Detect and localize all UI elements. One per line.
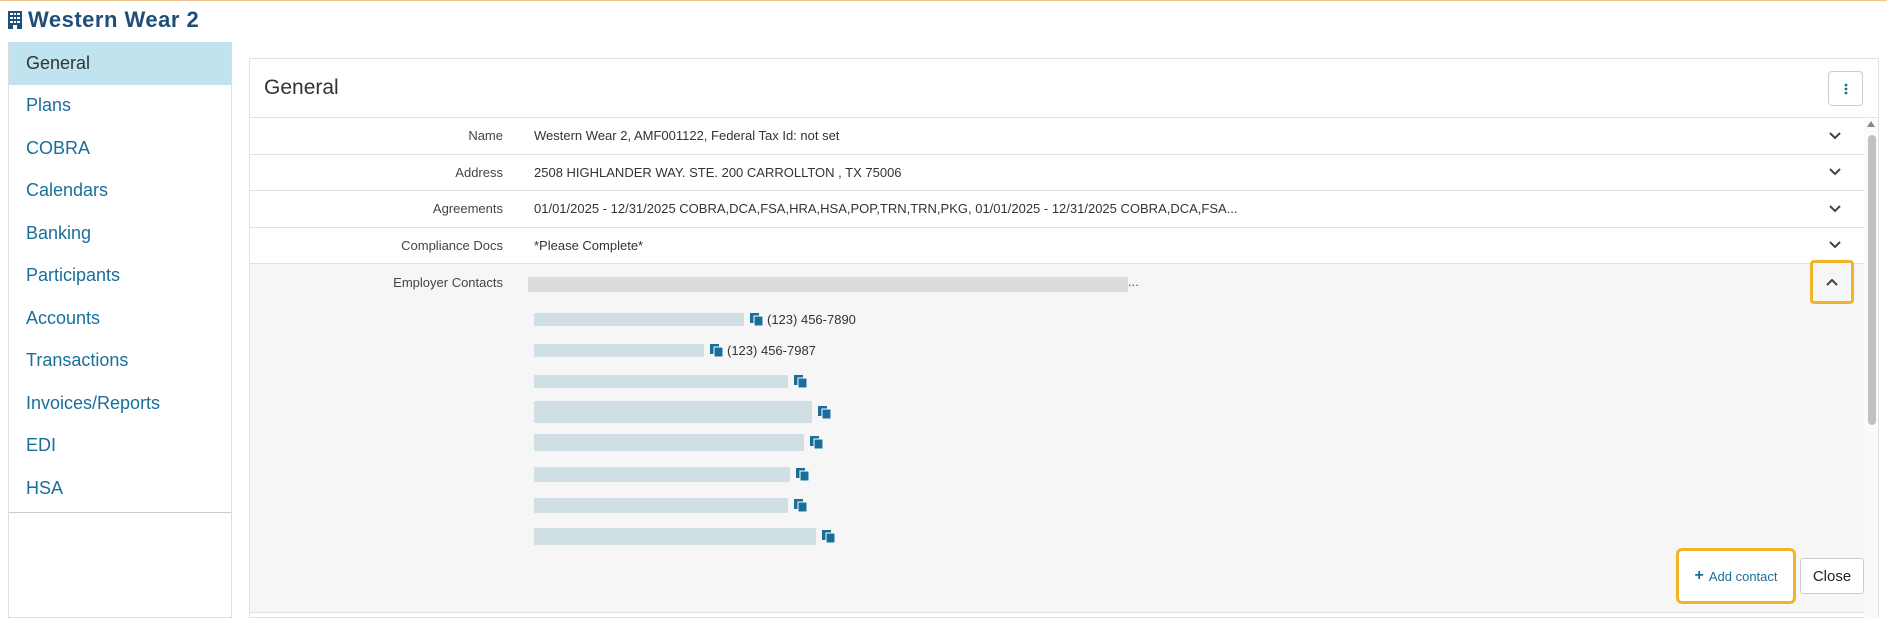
row-label: Address <box>455 164 503 180</box>
panel-title: General <box>264 76 339 99</box>
sidebar-nav: General Plans COBRA Calendars Banking Pa… <box>8 42 232 618</box>
close-button[interactable]: Close <box>1800 558 1864 594</box>
collapse-contacts-button[interactable] <box>1810 260 1854 304</box>
plus-icon: + <box>1694 567 1704 584</box>
copy-icon[interactable] <box>794 498 807 512</box>
general-panel: General Name Western Wear 2, AMF001122, … <box>249 58 1879 619</box>
panel-header: General <box>250 59 1878 118</box>
sidebar-item-transactions[interactable]: Transactions <box>9 340 231 383</box>
contact-name-redacted <box>534 401 812 423</box>
contact-name-redacted <box>534 312 744 326</box>
scrollbar-thumb[interactable] <box>1868 135 1876 425</box>
sidebar-item-general[interactable]: General <box>9 42 231 85</box>
contact-name-redacted <box>534 374 788 388</box>
chevron-down-icon[interactable] <box>1824 198 1846 220</box>
copy-icon[interactable] <box>818 405 831 419</box>
row-value: 01/01/2025 - 12/31/2025 COBRA,DCA,FSA,HR… <box>534 201 1238 217</box>
more-options-button[interactable] <box>1828 71 1863 106</box>
sidebar-item-hsa[interactable]: HSA <box>9 467 231 510</box>
sidebar-item-calendars[interactable]: Calendars <box>9 170 231 213</box>
contact-phone: (123) 456-7890 <box>767 311 856 327</box>
contact-name-redacted <box>534 433 804 451</box>
add-contact-label: Add contact <box>1708 568 1778 584</box>
chevron-up-icon <box>1826 278 1838 286</box>
contact-name-redacted <box>534 527 816 545</box>
chevron-down-icon[interactable] <box>1824 234 1846 256</box>
sidebar-item-accounts[interactable]: Accounts <box>9 297 231 340</box>
copy-icon[interactable] <box>796 467 809 481</box>
copy-icon[interactable] <box>710 343 723 357</box>
row-value: 2508 HIGHLANDER WAY. STE. 200 CARROLLTON… <box>534 164 902 180</box>
sidebar-item-invoices-reports[interactable]: Invoices/Reports <box>9 382 231 425</box>
copy-icon[interactable] <box>822 529 835 543</box>
row-name[interactable]: Name Western Wear 2, AMF001122, Federal … <box>250 118 1878 155</box>
contact-name-redacted <box>534 343 704 357</box>
copy-icon[interactable] <box>810 435 823 449</box>
contact-item <box>534 400 831 424</box>
sidebar-item-plans[interactable]: Plans <box>9 85 231 128</box>
contact-item <box>534 433 823 451</box>
contacts-summary-ellipsis: ... <box>1128 274 1139 289</box>
copy-icon[interactable] <box>794 374 807 388</box>
contact-name-redacted <box>534 497 788 513</box>
add-contact-button[interactable]: + Add contact <box>1676 548 1796 604</box>
scroll-up-arrow-icon[interactable] <box>1867 121 1875 127</box>
sidebar-item-banking[interactable]: Banking <box>9 212 231 255</box>
app-title: Western Wear 2 <box>28 7 200 32</box>
sidebar-divider <box>9 512 231 513</box>
top-accent-line <box>0 0 1887 1</box>
contact-item <box>534 527 835 545</box>
kebab-icon <box>1844 83 1847 94</box>
employer-contacts-section: Employer Contacts ... (123) 456-7890 (12… <box>250 260 1878 613</box>
copy-icon[interactable] <box>750 312 763 326</box>
sidebar-item-participants[interactable]: Participants <box>9 255 231 298</box>
row-value: *Please Complete* <box>534 237 644 253</box>
contact-item: (123) 456-7987 <box>534 341 816 359</box>
sidebar-item-edi[interactable]: EDI <box>9 425 231 468</box>
row-label: Compliance Docs <box>401 237 503 253</box>
contact-name-redacted <box>534 466 790 482</box>
row-label: Name <box>468 128 503 144</box>
contact-item <box>534 372 807 390</box>
row-compliance-docs[interactable]: Compliance Docs *Please Complete* <box>250 228 1878 264</box>
row-value: Western Wear 2, AMF001122, Federal Tax I… <box>534 128 840 144</box>
sidebar-item-cobra[interactable]: COBRA <box>9 127 231 170</box>
contact-item: (123) 456-7890 <box>534 310 856 328</box>
app-header: Western Wear 2 <box>8 7 199 33</box>
building-icon <box>8 11 22 29</box>
row-label: Employer Contacts <box>393 275 503 290</box>
contact-item <box>534 496 807 514</box>
chevron-down-icon[interactable] <box>1824 125 1846 147</box>
row-address[interactable]: Address 2508 HIGHLANDER WAY. STE. 200 CA… <box>250 155 1878 191</box>
chevron-down-icon[interactable] <box>1824 161 1846 183</box>
contacts-summary-redacted <box>528 277 1128 292</box>
contact-item <box>534 465 809 483</box>
row-agreements[interactable]: Agreements 01/01/2025 - 12/31/2025 COBRA… <box>250 191 1878 228</box>
row-label: Agreements <box>432 201 503 217</box>
contact-phone: (123) 456-7987 <box>727 342 816 358</box>
